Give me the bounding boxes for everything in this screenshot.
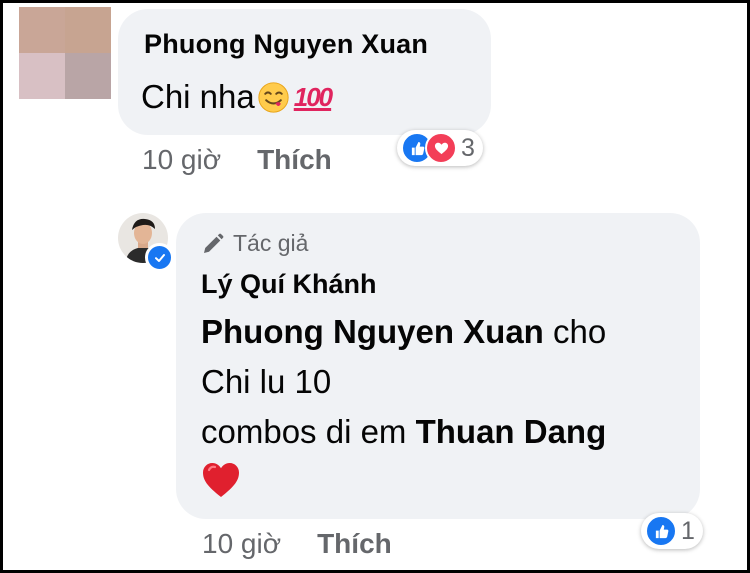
reaction-count: 1 [681, 516, 695, 545]
comment-reactions[interactable]: 3 [397, 130, 483, 166]
reply-text-line: Chi lu 10 [201, 363, 332, 400]
author-badge: Tác giả [201, 230, 308, 257]
reply-text-segment: cho [543, 313, 607, 350]
like-button[interactable]: Thích [317, 528, 392, 560]
comment-text-content: Chi nha [141, 78, 255, 115]
pencil-icon [204, 233, 224, 253]
red-heart-icon [203, 463, 239, 497]
mention-link[interactable]: Thuan Dang [416, 413, 607, 450]
comment-meta: 10 giờ Thích [142, 144, 332, 176]
reply-author-name[interactable]: Lý Quí Khánh [201, 269, 377, 300]
author-badge-label: Tác giả [233, 230, 309, 256]
reply-bubble: Tác giả Lý Quí Khánh Phuong Nguyen Xuan … [176, 213, 700, 519]
like-button[interactable]: Thích [257, 144, 332, 176]
like-reaction-icon [645, 515, 677, 547]
commenter-avatar[interactable] [19, 7, 111, 99]
comment-timestamp[interactable]: 10 giờ [142, 144, 221, 176]
verified-badge-icon [145, 243, 174, 272]
reply-timestamp[interactable]: 10 giờ [202, 528, 281, 560]
reply-text-segment: combos di em [201, 413, 416, 450]
reply-meta: 10 giờ Thích [202, 528, 392, 560]
comment-author-name[interactable]: Phuong Nguyen Xuan [144, 29, 428, 60]
hundred-points-icon: 100 [293, 81, 333, 112]
love-reaction-icon [425, 132, 457, 164]
reaction-count: 3 [461, 133, 475, 162]
reply-reactions[interactable]: 1 [641, 513, 703, 549]
comment-bubble: Phuong Nguyen Xuan Chi nha 100 [118, 9, 491, 135]
reply-text: Phuong Nguyen Xuan cho Chi lu 10 combos … [201, 307, 606, 511]
comment-text: Chi nha 100 [141, 78, 333, 116]
smiling-face-with-tongue-icon [258, 81, 289, 113]
mention-link[interactable]: Phuong Nguyen Xuan [201, 313, 544, 350]
